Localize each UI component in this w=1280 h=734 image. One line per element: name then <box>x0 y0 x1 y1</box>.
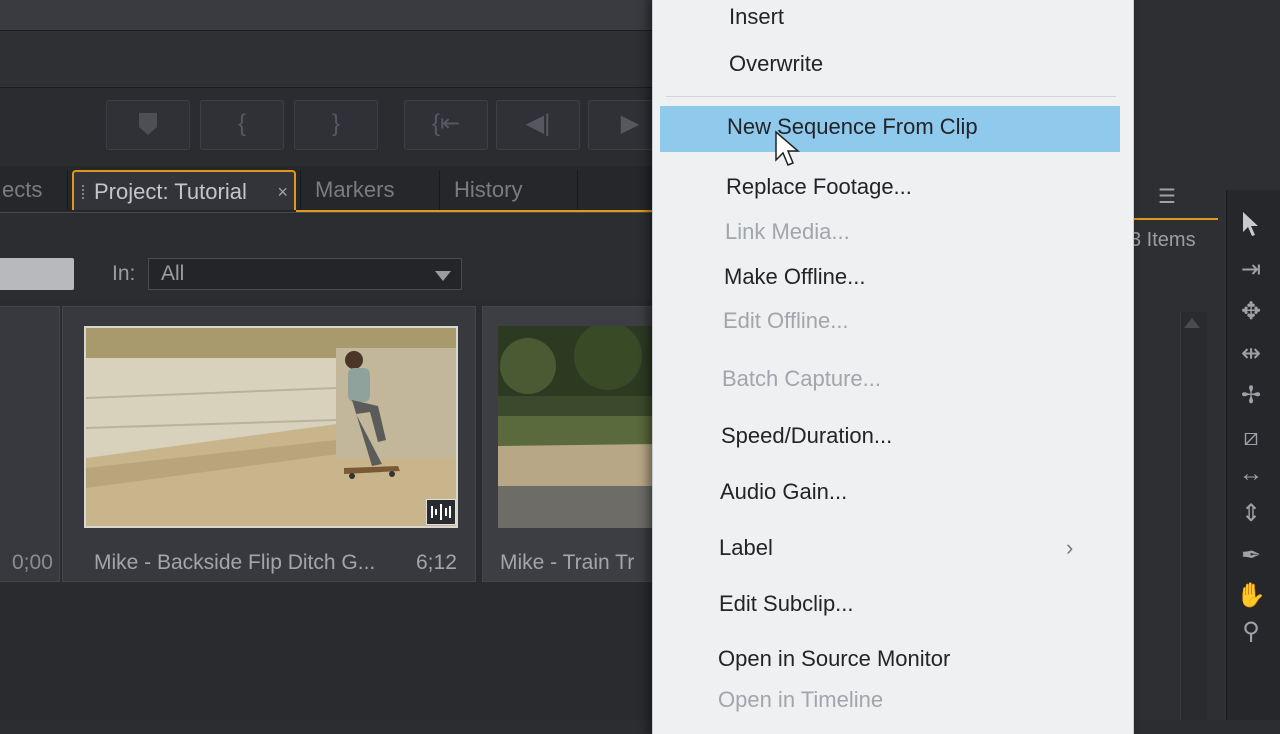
track-select-tool-icon[interactable]: ⇥ <box>1232 252 1270 288</box>
grip-icon[interactable] <box>81 184 85 200</box>
clip-name: Mike - Train Tr <box>500 551 635 574</box>
marker-icon <box>139 113 157 135</box>
tab-effects-label: ects <box>2 177 43 202</box>
active-panel-border <box>296 210 660 212</box>
tab-history[interactable]: History <box>440 170 578 210</box>
add-marker-button[interactable] <box>106 100 190 150</box>
step-back-button[interactable]: ◀| <box>496 100 580 150</box>
slip-tool-icon[interactable]: ↔ <box>1232 456 1270 492</box>
menu-item-new-sequence-from-clip[interactable]: New Sequence From Clip <box>727 110 978 144</box>
chevron-down-icon[interactable] <box>435 271 451 281</box>
in-label: In: <box>112 262 136 285</box>
clip-card[interactable] <box>0 306 60 582</box>
audio-video-badge-icon <box>426 499 456 525</box>
scrollbar[interactable] <box>1180 312 1207 720</box>
close-icon[interactable]: × <box>277 172 288 212</box>
mark-out-button[interactable]: } <box>294 100 378 150</box>
tab-markers[interactable]: Markers <box>300 170 440 210</box>
clip-duration: 6;12 <box>416 551 457 574</box>
rate-stretch-tool-icon[interactable]: ✢ <box>1232 378 1270 414</box>
in-filter-value: All <box>161 262 185 285</box>
ripple-edit-tool-icon[interactable]: ✥ <box>1232 294 1270 330</box>
menu-separator <box>666 96 1116 97</box>
mark-out-icon: } <box>331 110 340 137</box>
tab-project[interactable]: Project: Tutorial × <box>72 170 296 210</box>
menu-item-link-media: Link Media... <box>725 219 850 244</box>
razor-tool-icon[interactable]: ⧄ <box>1232 420 1270 456</box>
active-panel-border <box>1126 218 1218 220</box>
mark-in-button[interactable]: { <box>200 100 284 150</box>
tab-history-label: History <box>454 177 523 202</box>
panel-header-band <box>0 0 660 31</box>
menu-item-open-in-timeline: Open in Timeline <box>718 687 884 712</box>
menu-item-speed-duration[interactable]: Speed/Duration... <box>721 419 892 453</box>
menu-item-label[interactable]: Label <box>719 531 773 565</box>
mouse-cursor-icon <box>774 130 802 170</box>
menu-item-insert[interactable]: Insert <box>729 0 784 34</box>
menu-item-overwrite[interactable]: Overwrite <box>729 47 823 81</box>
pen-tool-icon[interactable]: ✒ <box>1232 538 1270 574</box>
tab-project-label: Project: Tutorial <box>94 179 247 204</box>
menu-item-open-in-source-monitor[interactable]: Open in Source Monitor <box>718 642 950 676</box>
clip-duration: 0;00 <box>12 551 53 574</box>
menu-item-batch-capture: Batch Capture... <box>722 366 881 391</box>
clip-thumbnail[interactable] <box>84 326 458 528</box>
go-to-in-icon: {⇤ <box>431 110 461 137</box>
clip-thumbnail[interactable] <box>498 326 660 528</box>
slide-tool-icon[interactable]: ⇕ <box>1232 496 1270 532</box>
panel-menu-icon[interactable]: ☰ <box>1158 184 1188 208</box>
skateboarder-thumbnail-image <box>86 328 456 526</box>
tab-markers-label: Markers <box>315 177 395 202</box>
step-back-icon: ◀| <box>525 110 551 137</box>
rolling-edit-tool-icon[interactable]: ⇹ <box>1232 336 1270 372</box>
clip-name: Mike - Backside Flip Ditch G... <box>94 551 376 574</box>
in-filter-select[interactable]: All <box>148 258 462 290</box>
scroll-up-icon[interactable] <box>1184 318 1200 328</box>
play-icon: ▶ <box>620 110 640 137</box>
go-to-in-button[interactable]: {⇤ <box>404 100 488 150</box>
hand-tool-icon[interactable]: ✋ <box>1232 578 1270 614</box>
menu-item-edit-offline: Edit Offline... <box>723 308 849 333</box>
menu-item-make-offline[interactable]: Make Offline... <box>724 260 865 294</box>
menu-item-edit-subclip[interactable]: Edit Subclip... <box>719 587 854 621</box>
selection-tool-icon[interactable] <box>1232 210 1270 246</box>
mark-in-icon: { <box>237 110 246 137</box>
monitor-panel-area <box>0 31 660 88</box>
zoom-tool-icon[interactable]: ⚲ <box>1232 614 1270 650</box>
menu-item-replace-footage[interactable]: Replace Footage... <box>726 170 912 204</box>
items-count: 3 Items <box>1130 229 1196 251</box>
tab-effects[interactable]: ects <box>0 170 68 210</box>
train-thumbnail-image <box>498 326 660 528</box>
chevron-right-icon: › <box>1066 535 1074 560</box>
menu-item-audio-gain[interactable]: Audio Gain... <box>720 475 847 509</box>
search-input[interactable] <box>0 258 74 290</box>
